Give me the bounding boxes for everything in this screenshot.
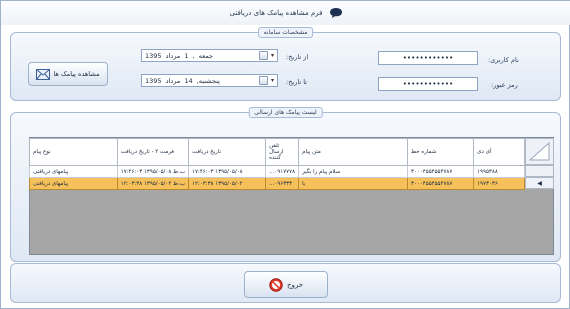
from-date-picker[interactable]: جمعه , 1 مرداد 1395 ▾ (141, 49, 278, 62)
calendar-icon[interactable] (258, 76, 268, 85)
title-bar: فرم مشاهده پیامک های دریافتی (1, 1, 570, 25)
column-header-type[interactable]: نوع پیام (29, 138, 118, 166)
calendar-icon[interactable] (258, 51, 268, 60)
username-label: نام کاربری: (488, 56, 519, 64)
chevron-down-icon[interactable]: ▾ (271, 52, 274, 59)
cell-text: با (298, 177, 408, 190)
column-header-date2[interactable]: فرمت ۲ - تاریخ دریافت (116, 138, 190, 166)
cell-date: ۱۷:۴۶:۰۳ ۱۳۹۵/۰۵/۰۸ (188, 165, 267, 178)
exit-button[interactable]: خروج (244, 271, 328, 298)
table-row[interactable]: پیامهای دریافتی ۱۲:۰۳:۳۸ ب.ظ ۱۳۹۵/۰۵/۰۲ … (29, 177, 525, 190)
view-messages-label: مشاهده پیامک ها (53, 70, 100, 78)
current-row-arrow-icon: ◀ (537, 179, 542, 187)
chevron-down-icon[interactable]: ▾ (271, 77, 274, 84)
view-messages-button[interactable]: مشاهده پیامک ها (28, 62, 108, 86)
cell-type: پیامهای دریافتی (29, 177, 118, 190)
from-date-value: جمعه , 1 مرداد 1395 (145, 51, 214, 60)
messages-table: نوع پیام فرمت ۲ - تاریخ دریافت تاریخ دری… (29, 138, 525, 190)
app-window: فرم مشاهده پیامک های دریافتی مشخصات ساما… (0, 0, 570, 309)
chat-bubble-icon (329, 7, 343, 19)
cell-type: پیامهای دریافتی (29, 165, 118, 178)
exit-label: خروج (286, 280, 304, 289)
cell-id: ۱۹۹۵۳۸۸ (473, 165, 525, 178)
group-caption: مشخصات سامانه (257, 27, 314, 38)
column-header-text[interactable]: متن پیام (298, 138, 408, 166)
table-header-row: نوع پیام فرمت ۲ - تاریخ دریافت تاریخ دری… (29, 138, 525, 166)
envelope-icon (36, 68, 51, 80)
to-date-label: تا تاریخ: (286, 78, 307, 86)
window-title: فرم مشاهده پیامک های دریافتی (229, 9, 323, 17)
from-date-label: از تاریخ: (286, 53, 309, 61)
select-all-icon (528, 141, 550, 161)
group-caption: لیست پیامک های ارسالی (248, 107, 323, 118)
column-header-id[interactable]: آی دی (473, 138, 525, 166)
cell-sender: ...۰۹۱۷۷۷۸ (265, 165, 300, 178)
cell-date2: ۱۲:۰۳:۳۸ ب.ظ ۱۳۹۵/۰۵/۰۲ (116, 177, 190, 190)
row-selector[interactable] (525, 165, 554, 177)
no-entry-icon (269, 277, 283, 292)
to-date-picker[interactable]: پنجشنبه, 14 مرداد 1395 ▾ (141, 74, 278, 87)
to-date-value: پنجشنبه, 14 مرداد 1395 (145, 76, 220, 85)
row-selector-header[interactable] (525, 138, 554, 165)
column-header-date[interactable]: تاریخ دریافت (188, 138, 267, 166)
table-row[interactable]: پیامهای دریافتی ۱۷:۴۶:۰۳ ب.ظ ۱۳۹۵/۰۵/۰۸ … (29, 165, 525, 178)
row-selector[interactable]: ◀ (525, 177, 554, 189)
cell-line: ۳۰۰۰۴۵۵۴۵۵۴۷۸۷ (406, 165, 475, 178)
messages-grid[interactable]: نوع پیام فرمت ۲ - تاریخ دریافت تاریخ دری… (29, 137, 554, 255)
cell-line: ۳۰۰۰۴۵۵۴۵۵۴۷۸۷ (406, 177, 475, 190)
password-field[interactable]: •••••••••••• (378, 77, 478, 91)
cell-id: ۱۹۷۳۰۳۶ (473, 177, 525, 190)
cell-date: ۱۲:۰۳:۳۸ ۱۳۹۵/۰۵/۰۲ (188, 177, 267, 190)
password-label: رمز عبور: (491, 81, 518, 89)
cell-text: سلام پیام را بگیر (298, 165, 408, 178)
column-header-sender[interactable]: تلفن ارسال کننده (265, 138, 300, 166)
cell-date2: ۱۷:۴۶:۰۳ ب.ظ ۱۳۹۵/۰۵/۰۸ (116, 165, 190, 178)
cell-sender: ...۰۹۶۳۳۳ (265, 177, 300, 190)
username-field[interactable]: •••••••••••• (378, 51, 478, 65)
column-header-line[interactable]: شماره خط (406, 138, 475, 166)
